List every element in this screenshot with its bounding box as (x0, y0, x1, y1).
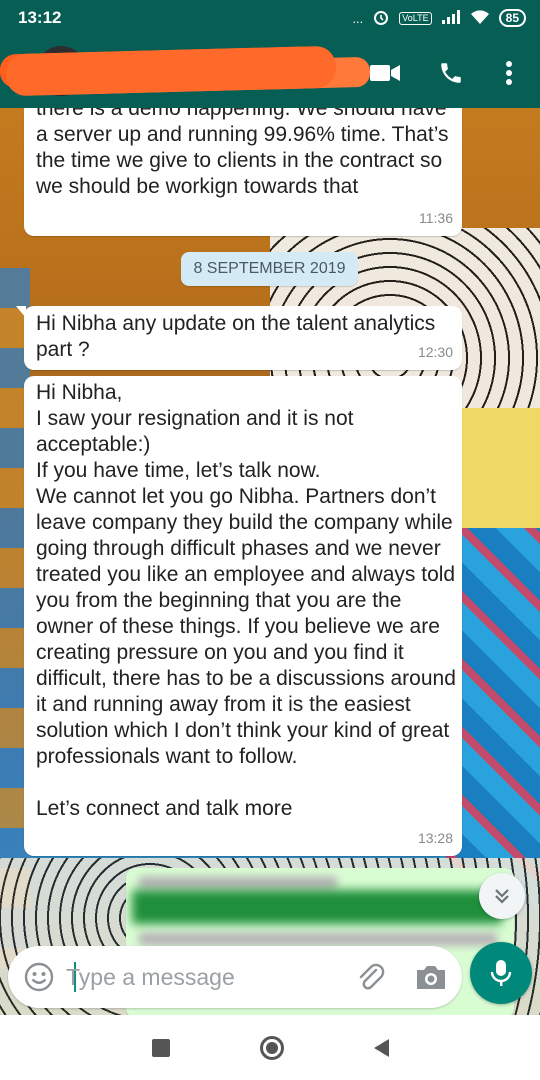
blurred-text (138, 932, 498, 946)
status-bar: 13:12 ... VoLTE 85 (0, 0, 540, 36)
message-text: there is a demo happening. We should hav… (36, 108, 455, 198)
message-input[interactable] (66, 956, 336, 998)
microphone-button[interactable] (470, 942, 532, 1004)
status-icons: ... VoLTE 85 (352, 8, 526, 29)
message-composer (8, 946, 462, 1008)
scroll-down-button[interactable] (479, 873, 525, 919)
redaction-mark (5, 45, 337, 97)
double-chevron-down-icon (495, 889, 509, 904)
chat-area[interactable]: there is a demo happening. We should hav… (0, 108, 540, 1015)
message-bubble[interactable]: Hi Nibha, I saw your resignation and it … (24, 376, 462, 856)
camera-icon[interactable] (414, 962, 448, 992)
message-bubble[interactable]: Hi Nibha any update on the talent analyt… (16, 306, 462, 370)
volte-icon: VoLTE (399, 11, 432, 25)
emoji-icon[interactable] (22, 960, 56, 994)
status-time: 13:12 (18, 8, 62, 27)
message-text: Hi Nibha any update on the talent analyt… (36, 312, 442, 361)
system-navigation-bar (0, 1015, 540, 1080)
microphone-icon (490, 960, 512, 986)
signal-icon (441, 9, 461, 28)
chat-header (0, 36, 540, 108)
video-call-icon[interactable] (368, 56, 402, 90)
recents-button[interactable] (151, 1038, 170, 1057)
more-vert-icon[interactable] (492, 56, 526, 90)
message-time: 11:36 (419, 210, 453, 226)
attach-icon[interactable] (354, 960, 386, 994)
message-text: Hi Nibha, I saw your resignation and it … (36, 381, 456, 820)
message-bubble[interactable]: there is a demo happening. We should hav… (24, 108, 462, 236)
back-button[interactable] (373, 1038, 389, 1057)
date-chip: 8 SEPTEMBER 2019 (181, 252, 358, 286)
notification-dots: ... (352, 10, 364, 26)
message-time: 13:28 (417, 830, 453, 846)
phone-icon[interactable] (434, 56, 468, 90)
alarm-icon (372, 8, 390, 29)
home-button[interactable] (259, 1035, 284, 1060)
blurred-content (132, 890, 502, 924)
battery-icon: 85 (498, 9, 526, 27)
message-time: 12:30 (417, 344, 453, 360)
wifi-icon (470, 9, 490, 28)
blurred-text (138, 876, 338, 890)
bubble-tail (16, 306, 26, 318)
